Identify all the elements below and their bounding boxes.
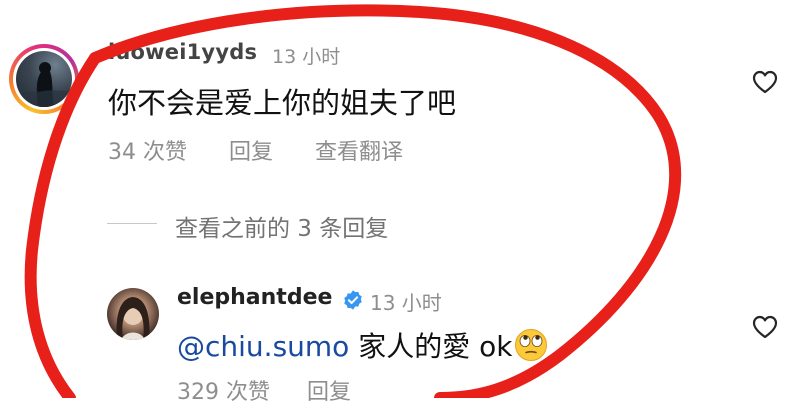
heart-icon[interactable]	[752, 315, 778, 339]
comment-like-count[interactable]: 34 次赞	[108, 140, 187, 165]
reply-like-count[interactable]: 329 次赞	[177, 380, 270, 405]
comment-username[interactable]: luowei1yyds	[108, 40, 257, 64]
view-previous-replies-button[interactable]: 查看之前的 3 条回复	[175, 209, 388, 243]
reply-actions: 329 次赞 回复	[177, 374, 381, 406]
reply-timestamp: 13 小时	[370, 291, 442, 315]
reply-text: @chiu.sumo 家人的愛 ok	[177, 325, 548, 365]
verified-badge-icon	[344, 290, 362, 310]
see-translation-button[interactable]: 查看翻译	[315, 140, 403, 165]
avatar[interactable]	[107, 288, 159, 340]
face-with-rolling-eyes-emoji	[515, 329, 548, 361]
mention-link[interactable]: @chiu.sumo	[177, 330, 349, 363]
avatar[interactable]	[9, 44, 79, 114]
comment-text: 你不会是爱上你的姐夫了吧	[108, 86, 457, 120]
comment-actions: 34 次赞 回复 查看翻译	[108, 134, 438, 166]
comment-reply-button[interactable]: 回复	[229, 140, 273, 165]
reply-reply-button[interactable]: 回复	[307, 380, 351, 405]
reply-body: 家人的愛 ok	[349, 330, 513, 363]
heart-icon[interactable]	[752, 70, 778, 94]
reply-username[interactable]: elephantdee	[177, 285, 332, 310]
comment-timestamp: 13 小时	[272, 46, 341, 68]
divider	[107, 223, 157, 224]
